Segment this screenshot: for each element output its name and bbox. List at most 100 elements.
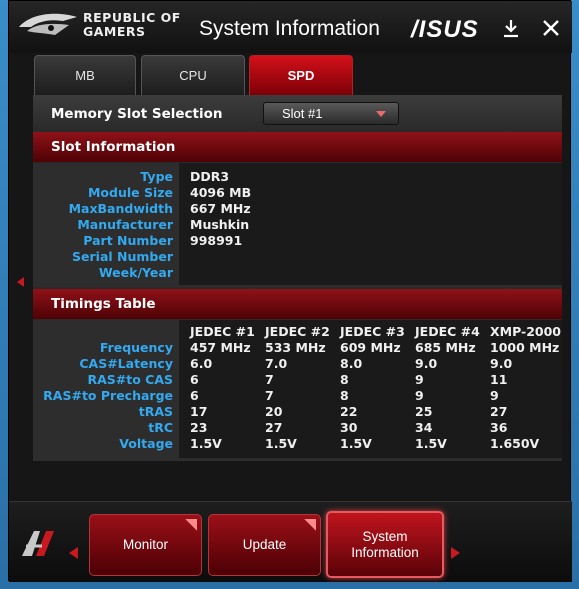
timings-cell: 7 [265, 372, 274, 387]
slot-information-title: Slot Information [51, 139, 176, 155]
tab-mb[interactable]: MB [34, 55, 136, 95]
nav-prev-arrow-icon[interactable] [69, 547, 78, 559]
timings-cell: 1.5V [340, 436, 372, 451]
timings-cell: 533 MHz [265, 340, 326, 355]
timings-column-header: JEDEC #4 [415, 324, 480, 339]
timings-cell: 9 [490, 388, 499, 403]
timings-cell: 8 [340, 388, 349, 403]
ai-suite-logo-icon [22, 531, 54, 556]
bottom-navigation: Monitor Update System Information [9, 501, 572, 582]
timings-cell: 34 [415, 420, 433, 435]
sysinfo-label-line-1: System [362, 528, 408, 544]
timings-row-label: RAS#to CAS [87, 372, 173, 387]
slot-value-max-bandwidth: 667 MHz [190, 201, 251, 216]
timings-row-label: Frequency [99, 340, 173, 355]
memory-slot-selection-label: Memory Slot Selection [51, 106, 223, 122]
brand-wordmark: REPUBLIC OF GAMERS [83, 11, 181, 39]
slot-label-module-size: Module Size [87, 185, 173, 200]
timings-cell: 6 [190, 372, 199, 387]
dropdown-caret-icon [376, 111, 386, 117]
timings-cell: 27 [265, 420, 283, 435]
close-button[interactable] [540, 17, 562, 39]
memory-slot-dropdown[interactable]: Slot #1 [263, 102, 399, 125]
timings-cell: 27 [490, 404, 508, 419]
download-button[interactable] [500, 17, 522, 39]
slot-label-serial-number: Serial Number [72, 249, 173, 264]
title-bar: REPUBLIC OF GAMERS System Information /I… [9, 1, 572, 53]
asus-logo: /ISUS [411, 16, 479, 43]
nav-next-arrow-icon[interactable] [451, 547, 460, 559]
system-information-window: REPUBLIC OF GAMERS System Information /I… [8, 0, 572, 582]
timings-row-label: CAS#Latency [79, 356, 173, 371]
window-title: System Information [199, 17, 380, 40]
timings-table-header: Timings Table [33, 289, 562, 319]
timings-cell: 22 [340, 404, 358, 419]
timings-cell: 8.0 [340, 356, 363, 371]
slot-label-week-year: Week/Year [98, 265, 173, 280]
timings-cell: 1.5V [190, 436, 222, 451]
timings-cell: 9 [415, 372, 424, 387]
timings-cell: 25 [415, 404, 433, 419]
timings-cell: 36 [490, 420, 508, 435]
slot-information-table: Type DDR3 Module Size 4096 MB MaxBandwid… [33, 163, 562, 287]
slot-label-max-bandwidth: MaxBandwidth [68, 201, 173, 216]
timings-column-header: XMP-2000 [490, 324, 561, 339]
memory-slot-selection-bar: Memory Slot Selection Slot #1 [33, 95, 562, 131]
timings-cell: 6.0 [190, 356, 213, 371]
download-icon [504, 20, 518, 38]
timings-cell: 1.650V [490, 436, 540, 451]
timings-cell: 20 [265, 404, 283, 419]
corner-fold-icon [304, 519, 316, 531]
brand-line-2: GAMERS [83, 24, 146, 39]
system-information-button-label: System Information [351, 529, 419, 561]
slot-value-part-number: 998991 [190, 233, 243, 248]
memory-slot-selected-value: Slot #1 [282, 106, 323, 121]
update-button[interactable]: Update [208, 514, 321, 576]
tab-spd[interactable]: SPD [249, 55, 353, 95]
timings-row-label: Voltage [119, 436, 173, 451]
timings-row-label: tRC [148, 420, 173, 435]
timings-table-title: Timings Table [51, 296, 156, 312]
sysinfo-label-line-2: Information [351, 544, 419, 560]
slot-information-header: Slot Information [33, 132, 562, 162]
timings-cell: 6 [190, 388, 199, 403]
timings-cell: 9.0 [415, 356, 438, 371]
brand-line-1: REPUBLIC OF [83, 10, 181, 25]
slot-label-part-number: Part Number [83, 233, 173, 248]
timings-cell: 1.5V [415, 436, 447, 451]
timings-row-label: tRAS [138, 404, 173, 419]
timings-cell: 609 MHz [340, 340, 401, 355]
timings-cell: 1.5V [265, 436, 297, 451]
collapse-left-arrow-icon[interactable] [17, 277, 24, 287]
timings-cell: 11 [490, 372, 508, 387]
timings-table: JEDEC #1 JEDEC #2 JEDEC #3 JEDEC #4 XMP-2000… [33, 320, 562, 461]
timings-cell: 8 [340, 372, 349, 387]
slot-value-type: DDR3 [190, 169, 230, 184]
corner-fold-icon [185, 519, 197, 531]
rog-eye-logo-icon [19, 13, 77, 35]
timings-column-header: JEDEC #1 [190, 324, 255, 339]
timings-cell: 7.0 [265, 356, 288, 371]
timings-cell: 9.0 [490, 356, 513, 371]
close-icon [543, 20, 559, 36]
monitor-button-label: Monitor [122, 537, 168, 552]
timings-cell: 17 [190, 404, 208, 419]
timings-cell: 30 [340, 420, 358, 435]
timings-cell: 7 [265, 388, 274, 403]
slot-label-type: Type [140, 169, 173, 184]
timings-cell: 9 [415, 388, 424, 403]
slot-value-module-size: 4096 MB [190, 185, 252, 200]
slot-value-manufacturer: Mushkin [190, 217, 250, 232]
timings-cell: 457 MHz [190, 340, 251, 355]
timings-row-label: RAS#to Precharge [43, 388, 173, 403]
timings-cell: 23 [190, 420, 208, 435]
update-button-label: Update [242, 537, 287, 552]
timings-cell: 1000 MHz [490, 340, 560, 355]
tab-cpu[interactable]: CPU [141, 55, 245, 95]
spd-panel: Memory Slot Selection Slot #1 Slot Infor… [33, 95, 562, 461]
timings-column-header: JEDEC #2 [265, 324, 330, 339]
timings-column-header: JEDEC #3 [340, 324, 405, 339]
monitor-button[interactable]: Monitor [89, 514, 202, 576]
slot-label-manufacturer: Manufacturer [77, 217, 173, 232]
system-information-button[interactable]: System Information [326, 511, 444, 578]
